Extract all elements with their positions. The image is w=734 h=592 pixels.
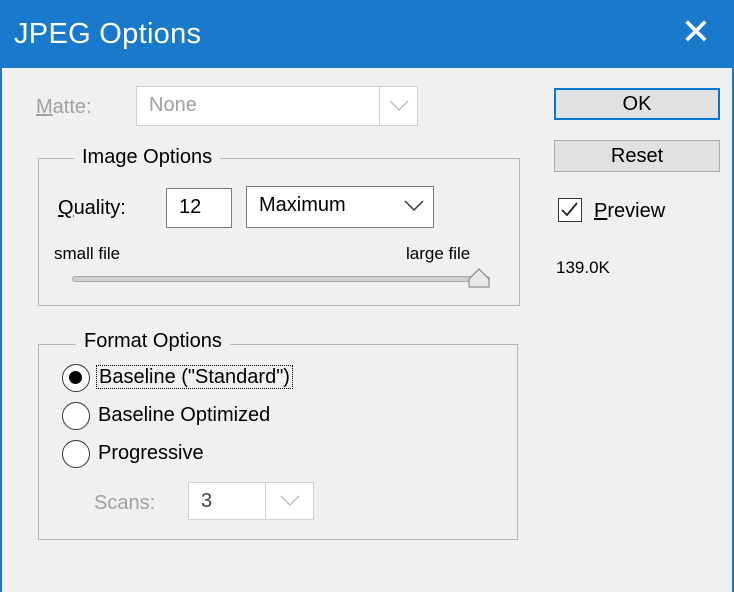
quality-preset-value: Maximum — [259, 194, 346, 216]
radio-progressive[interactable] — [62, 440, 90, 468]
preview-label[interactable]: Preview — [594, 200, 665, 223]
file-size-readout: 139.0K — [556, 258, 610, 277]
scans-value: 3 — [201, 490, 213, 512]
scans-label: Scans: — [94, 492, 156, 514]
radio-selected-dot — [69, 371, 82, 384]
chevron-down-icon — [379, 87, 417, 125]
quality-label: Quality: — [58, 197, 126, 219]
chevron-down-icon — [265, 483, 313, 519]
quality-value: 12 — [179, 196, 202, 218]
ok-button[interactable]: OK — [554, 88, 720, 120]
reset-button[interactable]: Reset — [554, 140, 720, 172]
matte-label: Matte: — [36, 96, 92, 118]
format-option-baseline-optimized[interactable]: Baseline Optimized — [98, 404, 270, 427]
preview-checkbox[interactable] — [558, 198, 582, 222]
format-option-progressive[interactable]: Progressive — [98, 442, 204, 465]
quality-preset-select[interactable]: Maximum — [246, 186, 434, 228]
quality-slider-thumb[interactable] — [468, 268, 490, 288]
format-option-baseline-standard[interactable]: Baseline ("Standard") — [96, 365, 293, 389]
dialog-title: JPEG Options — [14, 18, 202, 50]
large-file-label: large file — [406, 244, 471, 263]
quality-input[interactable]: 12 — [166, 188, 232, 228]
radio-baseline-standard[interactable] — [62, 364, 90, 392]
image-options-group — [38, 158, 520, 306]
quality-slider-track[interactable] — [72, 276, 490, 282]
small-file-label: small file — [54, 244, 121, 263]
radio-baseline-optimized[interactable] — [62, 402, 90, 430]
jpeg-options-dialog: JPEG Options ✕ Matte: None Image Options… — [0, 0, 734, 592]
title-bar: JPEG Options ✕ — [2, 0, 734, 68]
format-option-label: Baseline ("Standard") — [96, 365, 293, 389]
checkmark-icon — [561, 202, 578, 217]
image-options-legend: Image Options — [74, 146, 221, 169]
format-options-legend: Format Options — [76, 330, 230, 353]
close-icon[interactable]: ✕ — [676, 10, 716, 54]
matte-select[interactable]: None — [136, 86, 418, 126]
matte-value: None — [149, 94, 197, 116]
chevron-down-icon — [395, 187, 433, 227]
scans-select[interactable]: 3 — [188, 482, 314, 520]
